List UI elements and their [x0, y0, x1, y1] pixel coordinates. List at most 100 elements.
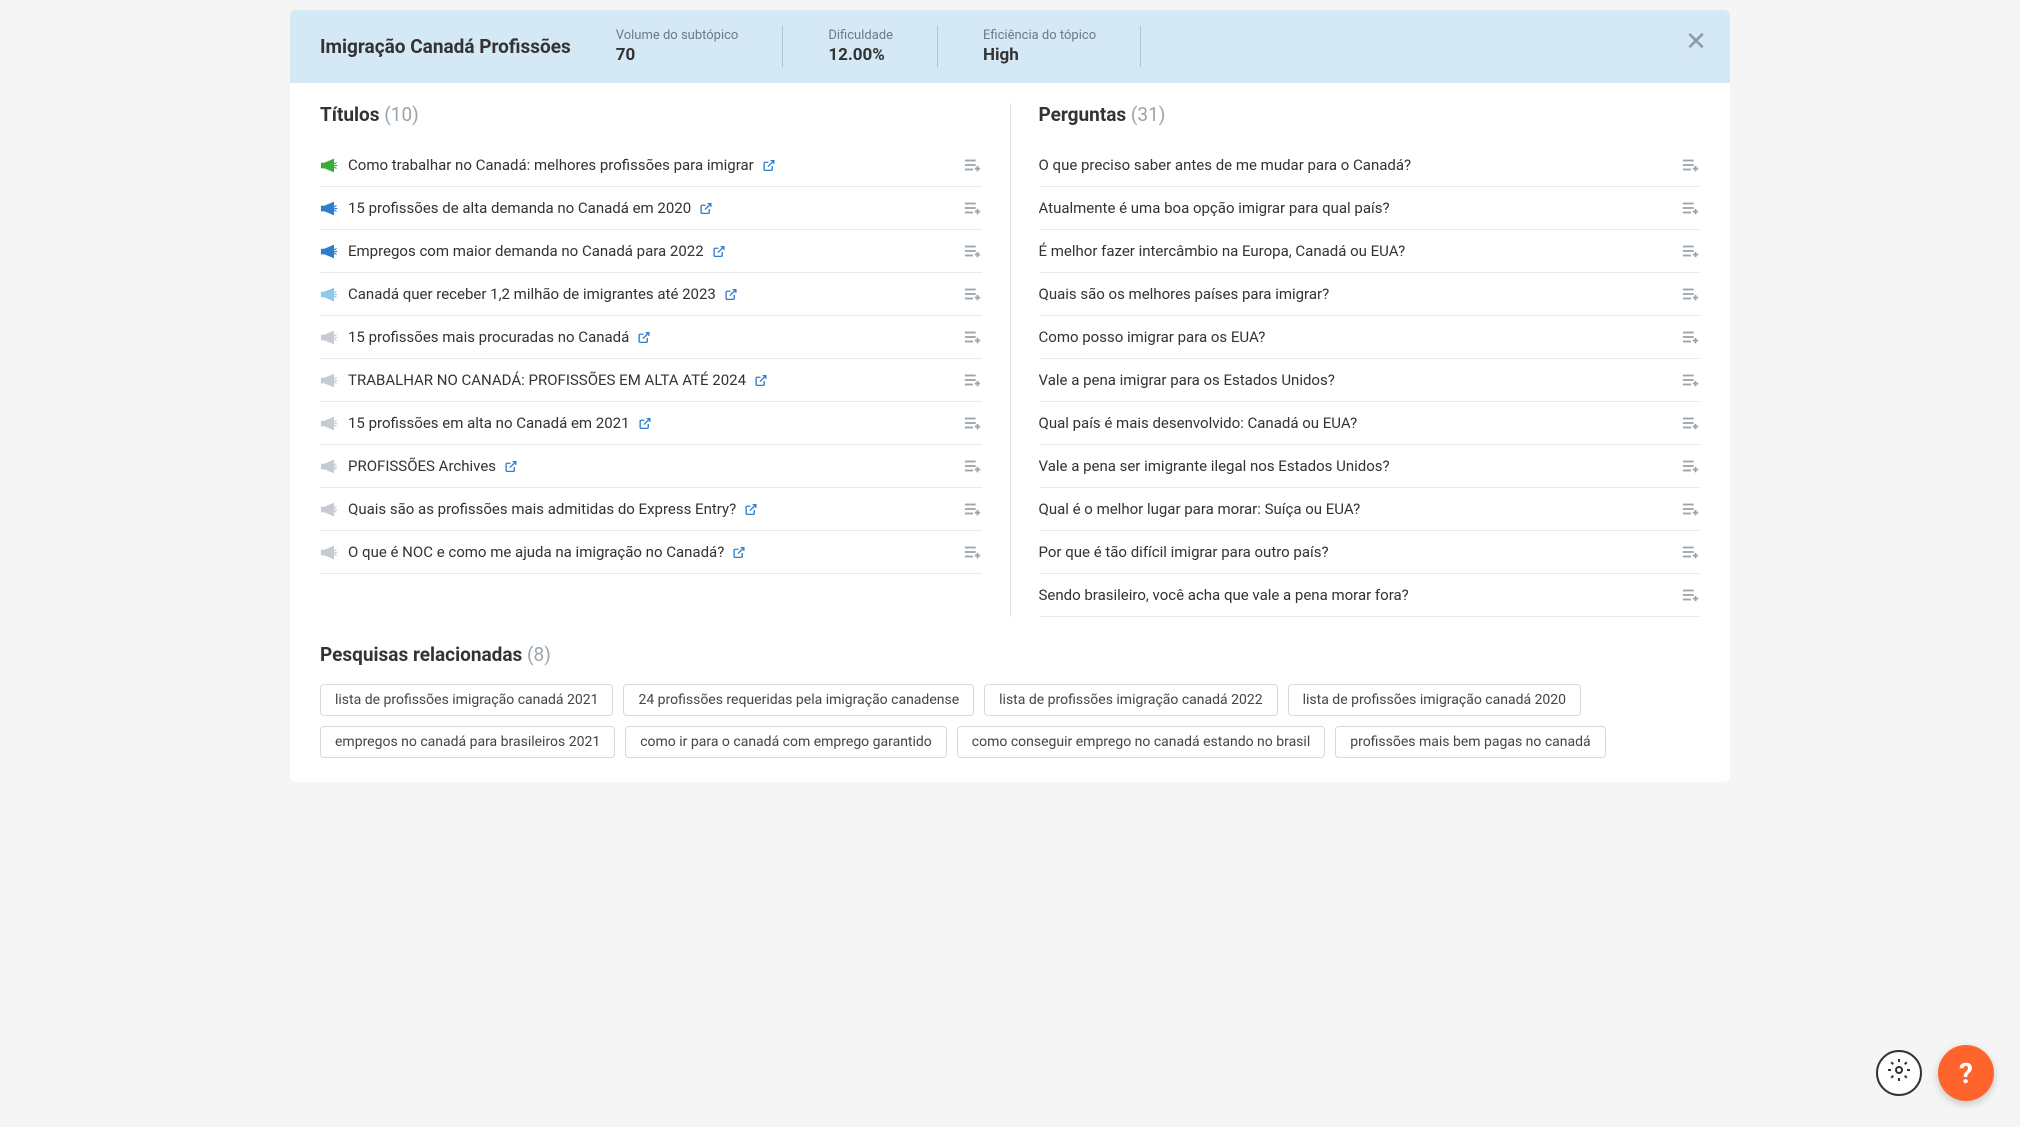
related-chip[interactable]: profissões mais bem pagas no canadá	[1335, 726, 1605, 758]
question-icon: ?	[1959, 1057, 1973, 1090]
question-item[interactable]: Como posso imigrar para os EUA?	[1039, 316, 1701, 359]
modal-header: Imigração Canadá Profissões Volume do su…	[290, 10, 1730, 83]
title-item[interactable]: 15 profissões em alta no Canadá em 2021	[320, 402, 982, 445]
titles-label: Títulos	[320, 103, 380, 126]
question-item[interactable]: É melhor fazer intercâmbio na Europa, Ca…	[1039, 230, 1701, 273]
fab-container: ?	[1876, 1045, 1994, 1101]
title-text: Canadá quer receber 1,2 milhão de imigra…	[348, 285, 954, 303]
close-button[interactable]: ✕	[1684, 30, 1708, 54]
add-to-list-icon[interactable]	[1682, 415, 1700, 431]
related-chip[interactable]: como conseguir emprego no canadá estando…	[957, 726, 1325, 758]
question-item[interactable]: Quais são os melhores países para imigra…	[1039, 273, 1701, 316]
question-item[interactable]: Qual país é mais desenvolvido: Canadá ou…	[1039, 402, 1701, 445]
title-item[interactable]: Quais são as profissões mais admitidas d…	[320, 488, 982, 531]
megaphone-icon	[320, 545, 338, 560]
add-to-list-icon[interactable]	[964, 544, 982, 560]
title-item[interactable]: O que é NOC e como me ajuda na imigração…	[320, 531, 982, 574]
title-item[interactable]: TRABALHAR NO CANADÁ: PROFISSÕES EM ALTA …	[320, 359, 982, 402]
add-to-list-icon[interactable]	[1682, 372, 1700, 388]
related-chip[interactable]: empregos no canadá para brasileiros 2021	[320, 726, 615, 758]
title-text: TRABALHAR NO CANADÁ: PROFISSÕES EM ALTA …	[348, 371, 954, 389]
question-item[interactable]: O que preciso saber antes de me mudar pa…	[1039, 144, 1701, 187]
question-item[interactable]: Qual é o melhor lugar para morar: Suíça …	[1039, 488, 1701, 531]
questions-count: (31)	[1131, 103, 1165, 126]
question-text: Atualmente é uma boa opção imigrar para …	[1039, 199, 1673, 217]
title-item[interactable]: 15 profissões mais procuradas no Canadá	[320, 316, 982, 359]
add-to-list-icon[interactable]	[1682, 157, 1700, 173]
add-to-list-icon[interactable]	[1682, 587, 1700, 603]
question-item[interactable]: Sendo brasileiro, você acha que vale a p…	[1039, 574, 1701, 617]
add-to-list-icon[interactable]	[964, 157, 982, 173]
title-item[interactable]: Canadá quer receber 1,2 milhão de imigra…	[320, 273, 982, 316]
megaphone-icon	[320, 287, 338, 302]
titles-count: (10)	[384, 103, 418, 126]
add-to-list-icon[interactable]	[1682, 200, 1700, 216]
add-to-list-icon[interactable]	[964, 458, 982, 474]
external-link-icon[interactable]	[732, 546, 746, 559]
add-to-list-icon[interactable]	[964, 372, 982, 388]
external-link-icon[interactable]	[724, 288, 738, 301]
external-link-icon[interactable]	[754, 374, 768, 387]
title-text: PROFISSÕES Archives	[348, 457, 954, 475]
close-icon: ✕	[1685, 27, 1707, 57]
add-to-list-icon[interactable]	[1682, 286, 1700, 302]
related-label: Pesquisas relacionadas	[320, 643, 522, 666]
external-link-icon[interactable]	[762, 159, 776, 172]
related-chip[interactable]: 24 profissões requeridas pela imigração …	[623, 684, 974, 716]
settings-button[interactable]	[1876, 1050, 1922, 1096]
question-text: Por que é tão difícil imigrar para outro…	[1039, 543, 1673, 561]
title-item[interactable]: Como trabalhar no Canadá: melhores profi…	[320, 144, 982, 187]
title-item[interactable]: 15 profissões de alta demanda no Canadá …	[320, 187, 982, 230]
question-item[interactable]: Atualmente é uma boa opção imigrar para …	[1039, 187, 1701, 230]
add-to-list-icon[interactable]	[964, 286, 982, 302]
question-text: O que preciso saber antes de me mudar pa…	[1039, 156, 1673, 174]
add-to-list-icon[interactable]	[1682, 544, 1700, 560]
title-item[interactable]: Empregos com maior demanda no Canadá par…	[320, 230, 982, 273]
titles-list[interactable]: Como trabalhar no Canadá: melhores profi…	[320, 144, 982, 574]
stat-efficiency: Eficiência do tópico High	[983, 28, 1141, 65]
external-link-icon[interactable]	[638, 417, 652, 430]
add-to-list-icon[interactable]	[964, 243, 982, 259]
gear-icon	[1887, 1058, 1911, 1088]
add-to-list-icon[interactable]	[964, 415, 982, 431]
question-item[interactable]: Por que é tão difícil imigrar para outro…	[1039, 531, 1701, 574]
title-item[interactable]: PROFISSÕES Archives	[320, 445, 982, 488]
titles-column: Títulos (10) Como trabalhar no Canadá: m…	[320, 103, 1011, 617]
related-chip[interactable]: lista de profissões imigração canadá 202…	[320, 684, 613, 716]
title-text: 15 profissões de alta demanda no Canadá …	[348, 199, 954, 217]
title-text: Quais são as profissões mais admitidas d…	[348, 500, 954, 518]
title-text: O que é NOC e como me ajuda na imigração…	[348, 543, 954, 561]
question-text: Qual é o melhor lugar para morar: Suíça …	[1039, 500, 1673, 518]
add-to-list-icon[interactable]	[964, 200, 982, 216]
stat-difficulty-label: Dificuldade	[828, 28, 893, 43]
stat-volume: Volume do subtópico 70	[616, 28, 784, 65]
add-to-list-icon[interactable]	[964, 501, 982, 517]
related-count: (8)	[527, 643, 551, 666]
related-chip[interactable]: lista de profissões imigração canadá 202…	[984, 684, 1277, 716]
add-to-list-icon[interactable]	[1682, 243, 1700, 259]
help-button[interactable]: ?	[1938, 1045, 1994, 1101]
megaphone-icon	[320, 330, 338, 345]
external-link-icon[interactable]	[744, 503, 758, 516]
add-to-list-icon[interactable]	[964, 329, 982, 345]
megaphone-icon	[320, 459, 338, 474]
questions-list[interactable]: O que preciso saber antes de me mudar pa…	[1039, 144, 1701, 617]
external-link-icon[interactable]	[712, 245, 726, 258]
add-to-list-icon[interactable]	[1682, 458, 1700, 474]
question-item[interactable]: Vale a pena imigrar para os Estados Unid…	[1039, 359, 1701, 402]
question-item[interactable]: Vale a pena ser imigrante ilegal nos Est…	[1039, 445, 1701, 488]
add-to-list-icon[interactable]	[1682, 329, 1700, 345]
titles-heading: Títulos (10)	[320, 103, 982, 126]
related-chip[interactable]: como ir para o canadá com emprego garant…	[625, 726, 947, 758]
external-link-icon[interactable]	[699, 202, 713, 215]
stat-difficulty: Dificuldade 12.00%	[828, 28, 938, 65]
related-chip[interactable]: lista de profissões imigração canadá 202…	[1288, 684, 1581, 716]
add-to-list-icon[interactable]	[1682, 501, 1700, 517]
topic-detail-modal: Imigração Canadá Profissões Volume do su…	[290, 10, 1730, 782]
external-link-icon[interactable]	[637, 331, 651, 344]
question-text: Sendo brasileiro, você acha que vale a p…	[1039, 586, 1673, 604]
title-text: Empregos com maior demanda no Canadá par…	[348, 242, 954, 260]
stat-volume-label: Volume do subtópico	[616, 28, 739, 43]
title-text: Como trabalhar no Canadá: melhores profi…	[348, 156, 954, 174]
external-link-icon[interactable]	[504, 460, 518, 473]
